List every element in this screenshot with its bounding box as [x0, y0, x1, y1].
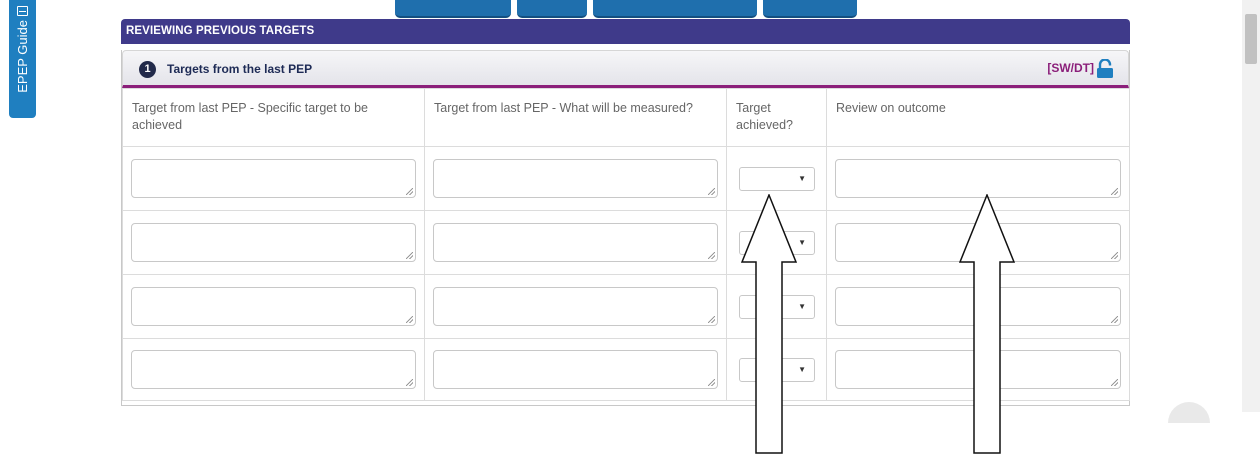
book-icon — [17, 6, 28, 16]
section-header: REVIEWING PREVIOUS TARGETS — [121, 19, 1130, 44]
target-achieved-select[interactable]: ▼ — [739, 357, 815, 382]
scrollbar-track[interactable] — [1242, 0, 1260, 412]
guide-tab-label: EPEP Guide — [15, 20, 30, 93]
column-header: Target achieved? — [726, 88, 827, 147]
top-nav-tab[interactable] — [763, 0, 857, 18]
epep-guide-tab[interactable]: EPEP Guide — [9, 0, 36, 118]
column-header: Review on outcome — [826, 88, 1130, 147]
panel-title: Targets from the last PEP — [167, 62, 313, 76]
measured-textarea[interactable] — [433, 287, 718, 326]
table-row: ▼ — [122, 146, 1130, 211]
column-header: Target from last PEP - Specific target t… — [122, 88, 425, 147]
target-achieved-select[interactable]: ▼ — [739, 294, 815, 319]
target-achieved-select[interactable]: ▼ — [739, 166, 815, 191]
review-outcome-textarea[interactable] — [835, 350, 1121, 389]
unlock-icon[interactable] — [1096, 59, 1114, 79]
targets-table: Target from last PEP - Specific target t… — [122, 88, 1130, 401]
table-row: ▼ — [122, 274, 1130, 339]
target-achieved-select[interactable]: ▼ — [739, 230, 815, 255]
review-outcome-textarea[interactable] — [835, 159, 1121, 198]
dropdown-caret-icon: ▼ — [798, 301, 806, 311]
step-number-badge: 1 — [139, 61, 156, 78]
table-row: ▼ — [122, 338, 1130, 401]
scrollbar-thumb[interactable] — [1245, 14, 1257, 64]
review-outcome-textarea[interactable] — [835, 223, 1121, 262]
panel-header: 1 Targets from the last PEP [SW/DT] — [122, 50, 1129, 88]
table-header-row: Target from last PEP - Specific target t… — [122, 88, 1130, 147]
target-textarea[interactable] — [131, 287, 416, 326]
target-textarea[interactable] — [131, 350, 416, 389]
dropdown-caret-icon: ▼ — [798, 364, 806, 374]
top-nav-tab[interactable] — [593, 0, 757, 18]
targets-panel: 1 Targets from the last PEP [SW/DT] Targ… — [121, 50, 1130, 406]
target-textarea[interactable] — [131, 223, 416, 262]
measured-textarea[interactable] — [433, 350, 718, 389]
table-row: ▼ — [122, 210, 1130, 275]
measured-textarea[interactable] — [433, 159, 718, 198]
top-nav-tab[interactable] — [395, 0, 511, 18]
role-tag: [SW/DT] — [1047, 61, 1094, 75]
top-nav-tabs — [395, 0, 857, 18]
target-textarea[interactable] — [131, 159, 416, 198]
measured-textarea[interactable] — [433, 223, 718, 262]
review-outcome-textarea[interactable] — [835, 287, 1121, 326]
scroll-to-top-button[interactable] — [1168, 402, 1210, 423]
column-header: Target from last PEP - What will be meas… — [424, 88, 727, 147]
top-nav-tab[interactable] — [517, 0, 587, 18]
dropdown-caret-icon: ▼ — [798, 173, 806, 183]
dropdown-caret-icon: ▼ — [798, 237, 806, 247]
